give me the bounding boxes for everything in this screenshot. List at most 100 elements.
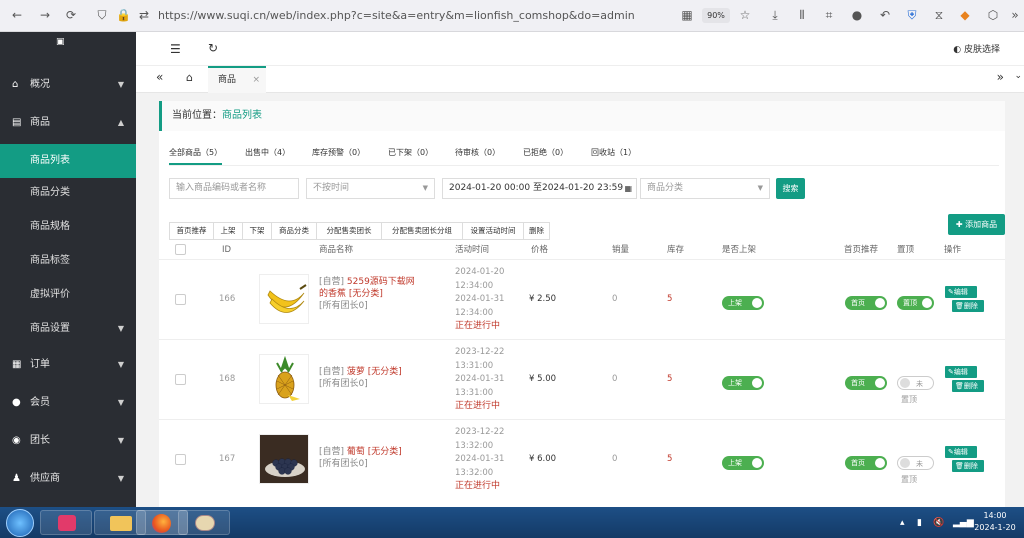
- chat-icon[interactable]: ●: [850, 8, 864, 22]
- row-checkbox[interactable]: [175, 454, 186, 465]
- permissions-icon[interactable]: ⇄: [137, 8, 151, 22]
- forward-icon[interactable]: →: [38, 8, 52, 22]
- metamask-icon[interactable]: ◆: [958, 8, 972, 22]
- top-toggle[interactable]: 未: [897, 456, 934, 470]
- tray-expand-icon[interactable]: ▴: [900, 518, 905, 528]
- recommend-toggle[interactable]: 首页: [845, 456, 887, 470]
- tab-stock-warning[interactable]: 库存预警（0）: [312, 145, 365, 165]
- date-range-input[interactable]: 2024-01-20 00:00 至2024-01-20 23:59 ▦: [442, 178, 637, 199]
- product-name[interactable]: [自营] 葡萄 [无分类] [所有团长0]: [319, 446, 419, 470]
- scroll-left-icon[interactable]: «: [156, 70, 163, 84]
- batch-offshelf-button[interactable]: 下架: [242, 222, 272, 240]
- sidebar-item-overview[interactable]: ⌂ 概况 ▼: [0, 66, 136, 103]
- download-icon[interactable]: ⤓: [768, 8, 782, 22]
- sidebar-item-leaders[interactable]: ◉ 团长 ▼: [0, 422, 136, 459]
- undo-icon[interactable]: ↶: [878, 8, 892, 22]
- edit-button[interactable]: ✎编辑: [945, 286, 977, 298]
- batch-category-button[interactable]: 商品分类: [271, 222, 317, 240]
- batch-assign-leader-button[interactable]: 分配售卖团长: [316, 222, 382, 240]
- home-tab-icon[interactable]: ⌂: [186, 71, 193, 84]
- bookmark-star-icon[interactable]: ☆: [738, 8, 752, 22]
- skin-selector[interactable]: ◐ 皮肤选择: [953, 42, 1000, 55]
- qr-code-icon[interactable]: ▦: [680, 8, 694, 22]
- tab-on-sale[interactable]: 出售中（4）: [245, 145, 290, 165]
- close-icon[interactable]: ×: [252, 68, 260, 92]
- volume-muted-icon[interactable]: 🔇: [933, 518, 944, 528]
- table-row: 166 [自营] 5259源码下载网的香蕉 [无分类] [所有团长0] 2024-…: [159, 259, 1005, 339]
- onshelf-toggle[interactable]: 上架: [722, 296, 764, 310]
- batch-set-time-button[interactable]: 设置活动时间: [462, 222, 524, 240]
- batch-onshelf-button[interactable]: 上架: [213, 222, 243, 240]
- scroll-right-icon[interactable]: »: [997, 70, 1004, 84]
- edit-button[interactable]: ✎编辑: [945, 366, 977, 378]
- refresh-icon[interactable]: ↻: [208, 41, 218, 55]
- edit-button[interactable]: ✎编辑: [945, 446, 977, 458]
- end-time: 12:34:00: [455, 307, 494, 318]
- sidebar-sub-goods-list[interactable]: 商品列表: [0, 144, 136, 178]
- onshelf-toggle[interactable]: 上架: [722, 376, 764, 390]
- breadcrumb-current[interactable]: 商品列表: [222, 110, 262, 121]
- batch-recommend-button[interactable]: 首页推荐: [169, 222, 214, 240]
- search-input[interactable]: 输入商品编码或者名称: [169, 178, 299, 199]
- row-checkbox[interactable]: [175, 374, 186, 385]
- tab-off-shelf[interactable]: 已下架（0）: [388, 145, 433, 165]
- extension-shield-icon[interactable]: ⛨: [905, 8, 919, 22]
- product-thumbnail[interactable]: [259, 274, 309, 324]
- recommend-toggle[interactable]: 首页: [845, 296, 887, 310]
- sidebar-sub-virtual-review[interactable]: 虚拟评价: [0, 278, 136, 312]
- recommend-toggle[interactable]: 首页: [845, 376, 887, 390]
- sidebar-item-members[interactable]: ● 会员 ▼: [0, 384, 136, 421]
- row-checkbox[interactable]: [175, 294, 186, 305]
- product-name[interactable]: [自营] 菠萝 [无分类] [所有团长0]: [319, 366, 419, 390]
- category-select[interactable]: 商品分类 ▼: [640, 178, 770, 199]
- time-select[interactable]: 不按时间 ▼: [306, 178, 435, 199]
- menu-toggle-icon[interactable]: ☰: [170, 42, 181, 56]
- address-bar[interactable]: https://www.suqi.cn/web/index.php?c=site…: [158, 9, 635, 22]
- top-toggle[interactable]: 置顶: [897, 296, 934, 310]
- vpn-icon[interactable]: ⧖: [932, 8, 946, 22]
- delete-button[interactable]: 🗑删除: [952, 300, 984, 312]
- overflow-menu-icon[interactable]: »: [1008, 8, 1022, 22]
- product-thumbnail[interactable]: [259, 354, 309, 404]
- product-thumbnail[interactable]: [259, 434, 309, 484]
- tab-pending-review[interactable]: 待审核（0）: [455, 145, 500, 165]
- search-button[interactable]: 搜索: [776, 178, 805, 199]
- sidebar-item-goods[interactable]: ▤ 商品 ▲: [0, 104, 136, 141]
- sidebar-sub-goods-category[interactable]: 商品分类: [0, 176, 136, 210]
- lock-icon[interactable]: 🔒: [116, 8, 131, 22]
- shield-icon[interactable]: ⛉: [95, 8, 109, 22]
- tab-recycle-bin[interactable]: 回收站（1）: [591, 145, 636, 165]
- chevron-down-icon: ▼: [422, 184, 428, 192]
- onshelf-toggle[interactable]: 上架: [722, 456, 764, 470]
- batch-assign-leader-group-button[interactable]: 分配售卖团长分组: [381, 222, 463, 240]
- product-name[interactable]: [自营] 5259源码下载网的香蕉 [无分类] [所有团长0]: [319, 276, 419, 312]
- top-toggle[interactable]: 未: [897, 376, 934, 390]
- tab-menu-icon[interactable]: ⌄: [1014, 71, 1022, 81]
- sidebar-item-suppliers[interactable]: ♟ 供应商 ▼: [0, 460, 136, 497]
- select-all-checkbox[interactable]: [175, 244, 186, 255]
- taskbar-app-paint[interactable]: [178, 510, 230, 535]
- extensions-icon[interactable]: ⬡: [986, 8, 1000, 22]
- batch-delete-button[interactable]: 删除: [523, 222, 550, 240]
- tab-all-goods[interactable]: 全部商品（5）: [169, 145, 223, 165]
- zoom-level[interactable]: 90%: [702, 8, 730, 23]
- delete-button[interactable]: 🗑删除: [952, 460, 984, 472]
- battery-icon[interactable]: ▮: [917, 518, 922, 528]
- back-icon[interactable]: ←: [10, 8, 24, 22]
- crop-icon[interactable]: ⌗: [822, 8, 836, 22]
- sidebar-sub-goods-settings[interactable]: 商品设置 ▼: [0, 312, 136, 346]
- product-title[interactable]: 葡萄 [无分类]: [347, 447, 402, 457]
- tab-rejected[interactable]: 已拒绝（0）: [523, 145, 568, 165]
- taskbar-app-media[interactable]: [40, 510, 92, 535]
- tab-goods[interactable]: 商品 ×: [208, 66, 266, 93]
- sidebar-sub-goods-spec[interactable]: 商品规格: [0, 210, 136, 244]
- reload-icon[interactable]: ⟳: [64, 8, 78, 22]
- product-title[interactable]: 菠萝 [无分类]: [347, 367, 402, 377]
- start-button[interactable]: [6, 509, 34, 537]
- taskbar-clock[interactable]: 14:00 2024-1-20: [970, 510, 1020, 534]
- delete-button[interactable]: 🗑删除: [952, 380, 984, 392]
- add-goods-button[interactable]: ✚ 添加商品: [948, 214, 1005, 235]
- sidebar-item-orders[interactable]: ▦ 订单 ▼: [0, 346, 136, 383]
- sidebar-sub-goods-tag[interactable]: 商品标签: [0, 244, 136, 278]
- library-icon[interactable]: ⫴: [795, 8, 809, 22]
